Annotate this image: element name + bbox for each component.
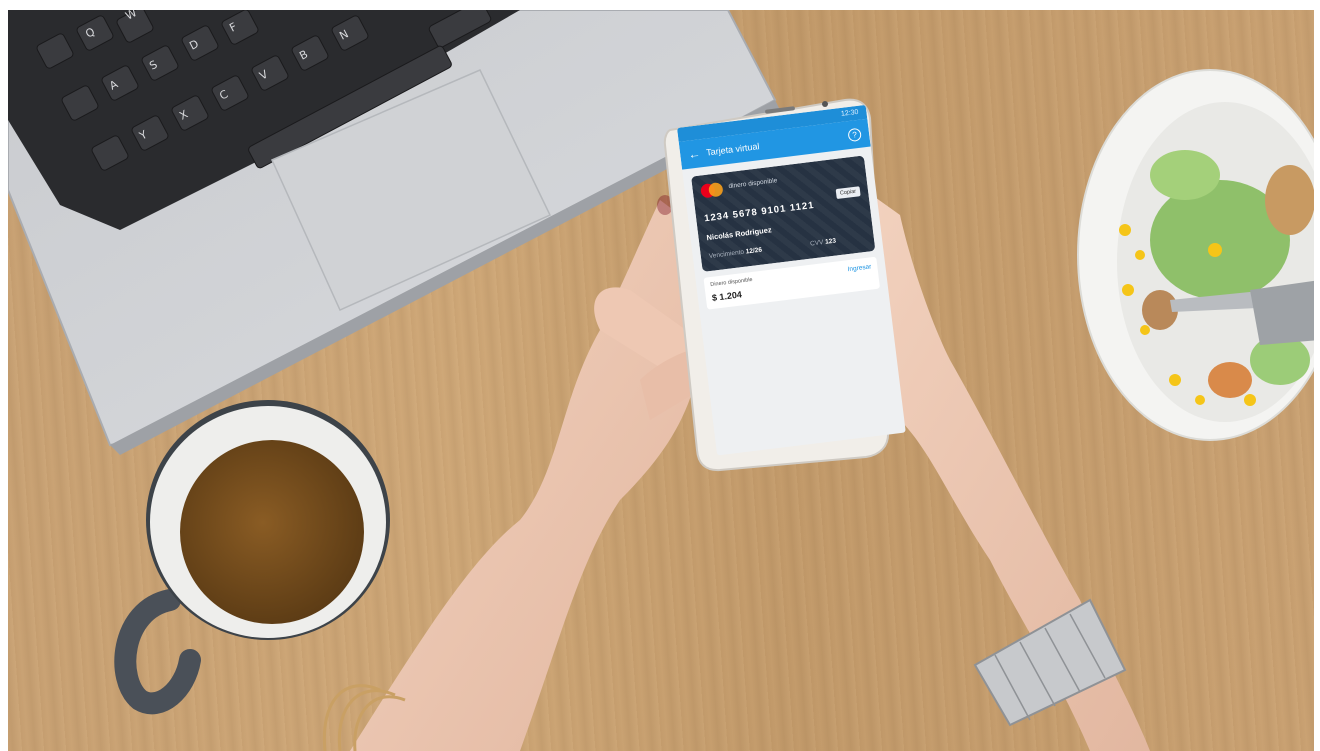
card-holder: Nicolás Rodriguez	[706, 225, 773, 243]
salad-bowl	[1077, 69, 1320, 441]
card-expiry: Vencimiento 12/26	[708, 247, 762, 260]
help-icon[interactable]: ?	[847, 127, 862, 142]
frame-right	[1314, 0, 1320, 751]
phone-screen: 12:30 ← Tarjeta virtual ? dinero disponi…	[677, 104, 906, 456]
arrow-left-icon[interactable]: ←	[687, 146, 701, 161]
virtual-card: dinero disponible 1234 5678 9101 1121 Co…	[691, 155, 876, 272]
balance-amount: $ 1.204	[711, 289, 743, 303]
ingresar-link[interactable]: Ingresar	[847, 263, 872, 273]
frame-top	[0, 0, 1320, 10]
cvv-value: 123	[824, 237, 837, 246]
photo-illustration: Q W A S D F Y X C V B N	[7, 0, 1320, 751]
card-number: 1234 5678 9101 1121	[703, 199, 816, 225]
card-cvv: CVV 123	[810, 237, 837, 247]
copy-button[interactable]: Copiar	[835, 186, 861, 200]
cvv-label: CVV	[809, 239, 824, 248]
expiry-value: 12/26	[745, 246, 763, 256]
expiry-label: Vencimiento	[708, 248, 745, 261]
status-time: 12:30	[840, 108, 859, 118]
photo-scene: Q W A S D F Y X C V B N 12:30 ← Tarjeta …	[0, 0, 1320, 751]
tea-mug	[114, 400, 390, 715]
mastercard-logo	[700, 181, 724, 199]
balance-label: Dinero disponible	[710, 276, 753, 289]
card-available-label: dinero disponible	[728, 177, 778, 191]
frame-left	[0, 0, 8, 751]
